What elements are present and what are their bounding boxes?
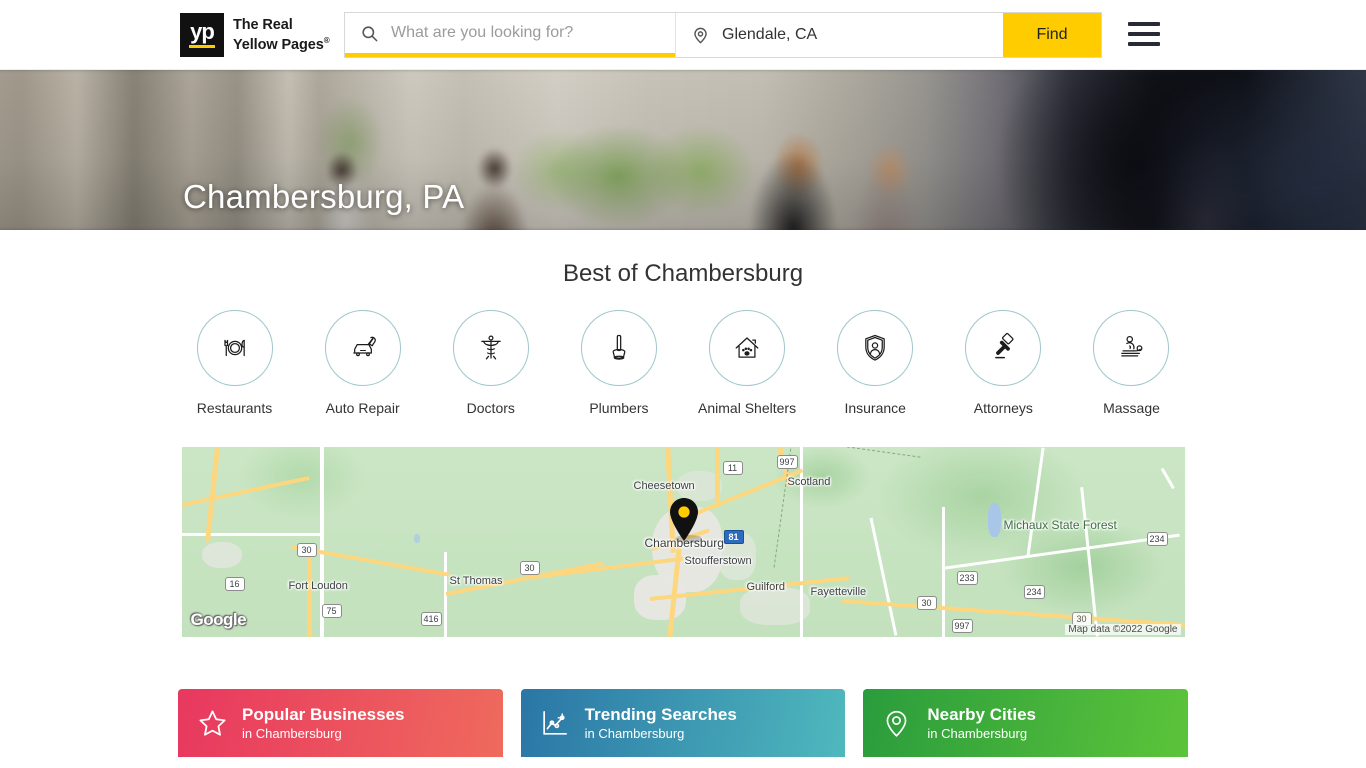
map-route-shield: 416: [420, 612, 442, 626]
map-route-shield: 16: [224, 577, 245, 591]
card-title: Nearby Cities: [927, 704, 1037, 724]
card-subtitle: in Chambersburg: [927, 725, 1028, 741]
map-route-shield: 233: [956, 571, 978, 585]
map-marker-pin[interactable]: [667, 497, 703, 548]
category-label: Doctors: [466, 400, 515, 416]
category-restaurants[interactable]: Restaurants: [178, 310, 291, 416]
category-label: Massage: [1103, 400, 1160, 416]
map-forest-label: Michaux State Forest: [1003, 518, 1117, 532]
map-attribution: Map data ©2022 Google: [1065, 624, 1181, 635]
card-trending-searches[interactable]: Trending Searches in Chambersburg: [520, 689, 846, 757]
card-title: Popular Businesses: [242, 704, 405, 724]
map-place-label: Fort Loudon: [288, 580, 348, 592]
car-wrench-icon: [324, 310, 401, 386]
map-route-shield: 30: [916, 596, 937, 610]
yp-logo-line2-wrap: Yellow Pages®: [233, 33, 330, 53]
map-place-label: Michaux State Forest: [1003, 518, 1117, 532]
gavel-icon: [965, 310, 1042, 386]
map-place-label: Scotland: [787, 476, 831, 488]
card-title: Trending Searches: [584, 704, 737, 724]
search-location-field: [675, 13, 1003, 57]
map-place-label: Stoufferstown: [684, 555, 752, 567]
hamburger-bar-3: [1128, 42, 1160, 46]
map-water: [987, 503, 1001, 537]
find-button[interactable]: Find: [1003, 13, 1101, 57]
yp-logo-text: The Real Yellow Pages®: [233, 17, 330, 53]
yp-logo-line2: Yellow Pages: [233, 36, 324, 53]
category-label: Auto Repair: [325, 400, 400, 416]
location-pin-icon: [690, 25, 710, 45]
search-term-field: [345, 13, 675, 57]
search-bar: Find: [344, 12, 1102, 58]
search-input[interactable]: [379, 13, 675, 53]
map-route-shield: 81: [723, 530, 744, 544]
search-icon: [359, 23, 379, 43]
map-road: [181, 533, 322, 536]
quick-link-cards: Popular Businesses in Chambersburg Trend…: [178, 689, 1189, 757]
map-route-shield: 997: [776, 455, 798, 469]
site-header: yp The Real Yellow Pages® What are you l…: [0, 0, 1366, 70]
hamburger-bar-1: [1128, 22, 1160, 26]
restaurant-icon: [196, 310, 273, 386]
category-attorneys[interactable]: Attorneys: [947, 310, 1060, 416]
map-highway: [714, 447, 720, 507]
card-text: Nearby Cities in Chambersburg: [927, 705, 1036, 742]
house-paw-icon: [709, 310, 786, 386]
hamburger-bar-2: [1128, 32, 1160, 36]
caduceus-icon: [452, 310, 529, 386]
location-pin-icon: [881, 708, 917, 739]
category-label: Insurance: [844, 400, 906, 416]
category-doctors[interactable]: Doctors: [434, 310, 547, 416]
map-route-shield: 11: [722, 461, 743, 475]
category-insurance[interactable]: Insurance: [819, 310, 932, 416]
trending-chart-icon: [539, 708, 575, 739]
card-text: Trending Searches in Chambersburg: [585, 705, 737, 742]
map-route-shield: 997: [951, 619, 973, 633]
best-of-title: Best of Chambersburg: [562, 260, 804, 287]
card-text: Popular Businesses in Chambersburg: [242, 705, 405, 742]
hero-banner: Chambersburg, PA: [0, 70, 1366, 230]
massage-icon: [1093, 310, 1170, 386]
category-label: Animal Shelters: [698, 400, 797, 416]
category-animal-shelters[interactable]: Animal Shelters: [691, 310, 804, 416]
card-subtitle: in Chambersburg: [584, 725, 685, 741]
card-nearby-cities[interactable]: Nearby Cities in Chambersburg: [863, 689, 1189, 757]
map-place-label: Cheesetown: [633, 480, 695, 492]
page-title: Chambersburg, PA: [183, 178, 465, 215]
star-icon: [196, 707, 232, 740]
map-place-label: Fayetteville: [810, 586, 867, 598]
map-urban-area: [201, 542, 242, 568]
map-route-shield: 30: [296, 543, 317, 557]
map-route-shield: 234: [1023, 585, 1045, 599]
card-subtitle: in Chambersburg: [242, 725, 342, 741]
category-list: Restaurants Auto Repair Doctors Plumbers…: [178, 310, 1188, 416]
yp-logo-line1: The Real: [233, 17, 293, 34]
yp-logo-mark: yp: [180, 13, 224, 57]
category-plumbers[interactable]: Plumbers: [562, 310, 675, 416]
map-route-shield: 234: [1146, 532, 1168, 546]
city-map[interactable]: Cheesetown Scotland Chambersburg Stouffe…: [181, 447, 1185, 637]
yp-logo-trademark: ®: [323, 36, 330, 46]
category-massage[interactable]: Massage: [1075, 310, 1188, 416]
hamburger-menu-icon[interactable]: [1128, 22, 1160, 46]
category-label: Plumbers: [589, 400, 649, 416]
map-place-label: Guilford: [746, 581, 786, 593]
card-popular-businesses[interactable]: Popular Businesses in Chambersburg: [178, 689, 503, 757]
map-water: [413, 534, 420, 543]
map-road: [941, 507, 945, 637]
shield-person-icon: [837, 310, 914, 386]
plunger-icon: [580, 310, 657, 386]
yp-logo-underline: [189, 45, 215, 48]
category-label: Restaurants: [196, 400, 273, 416]
location-input[interactable]: [710, 13, 1003, 57]
yp-logo[interactable]: yp The Real Yellow Pages®: [180, 13, 330, 57]
category-auto-repair[interactable]: Auto Repair: [306, 310, 419, 416]
yp-logo-mark-text: yp: [190, 19, 215, 44]
map-route-shield: 30: [519, 561, 540, 575]
map-place-label: St Thomas: [449, 575, 503, 587]
category-label: Attorneys: [973, 400, 1033, 416]
map-route-shield: 75: [321, 604, 342, 618]
google-logo: Google: [190, 610, 247, 629]
